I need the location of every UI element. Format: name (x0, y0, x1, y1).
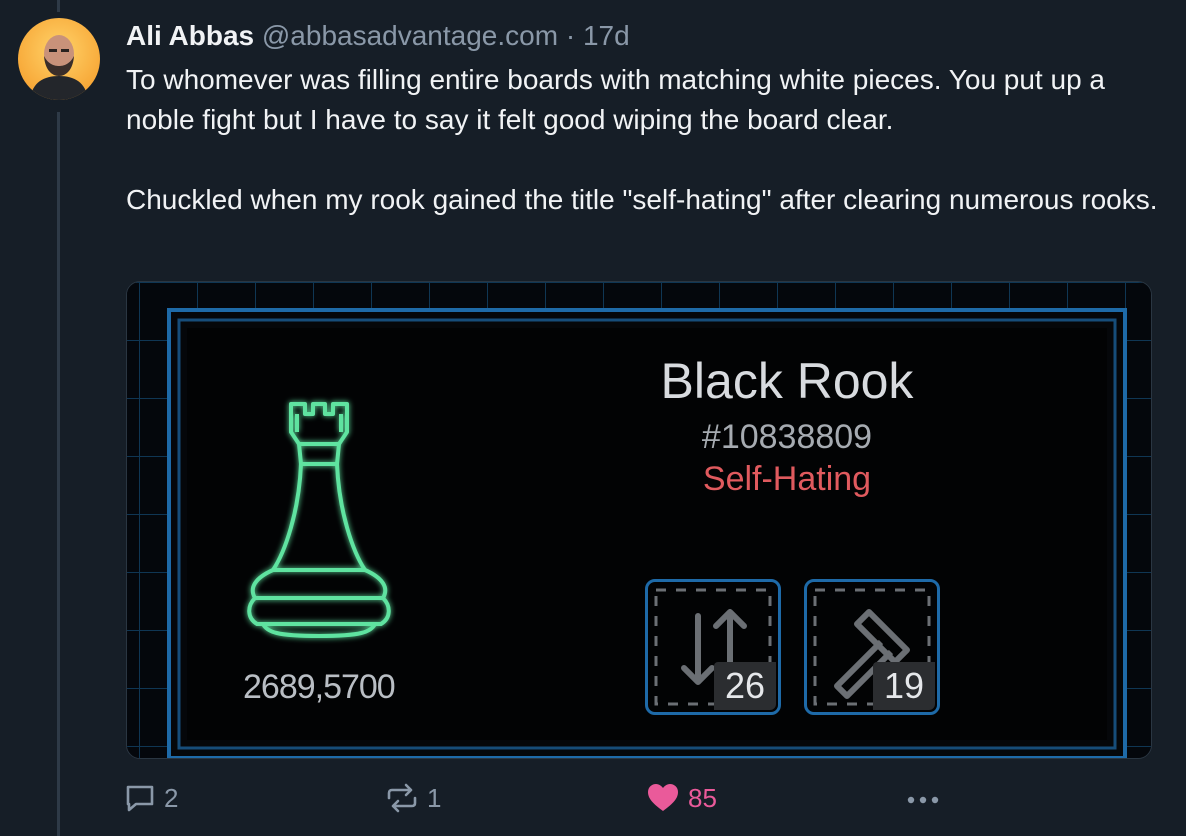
nft-info: Black Rook #10838809 Self-Hating (587, 282, 987, 512)
stat-value-captures: 19 (873, 662, 935, 710)
nft-piece-name: Black Rook (660, 353, 914, 409)
thread-line-bottom (57, 112, 60, 836)
reply-count: 2 (164, 782, 179, 813)
stat-badge-captures: 19 (804, 579, 940, 715)
reply-button[interactable]: 2 (124, 778, 178, 818)
stat-badge-moves: 26 (645, 579, 781, 715)
heart-icon (648, 784, 678, 811)
repost-icon (387, 783, 417, 813)
nft-piece-id: #10838809 (701, 418, 873, 456)
post-age[interactable]: 17d (583, 20, 630, 51)
rook-icon (247, 402, 391, 638)
avatar[interactable] (18, 18, 100, 100)
post-text: To whomever was filling entire boards wi… (126, 60, 1166, 220)
post-header: Ali Abbas @abbasadvantage.com · 17d (126, 19, 630, 53)
post-actions: 2 1 85 (0, 778, 1186, 818)
nft-piece-title: Self-Hating (702, 460, 872, 498)
embedded-image[interactable]: 2689,5700 Black Rook #10838809 Self-Hati… (126, 281, 1152, 759)
like-count: 85 (688, 782, 717, 813)
like-button[interactable]: 85 (646, 778, 717, 818)
header-separator: · (565, 20, 576, 51)
reply-bubble-icon (126, 785, 154, 812)
post-paragraph: To whomever was filling entire boards wi… (126, 64, 1105, 135)
repost-button[interactable]: 1 (385, 778, 441, 818)
author-name[interactable]: Ali Abbas (126, 20, 254, 51)
author-handle[interactable]: @abbasadvantage.com (262, 20, 558, 51)
more-options-button[interactable] (904, 778, 942, 818)
avatar-image (18, 18, 100, 100)
nft-score: 2689,5700 (243, 668, 396, 706)
repost-count: 1 (427, 782, 442, 813)
more-dots-icon (907, 796, 939, 804)
post-paragraph: Chuckled when my rook gained the title "… (126, 184, 1158, 215)
stat-value-moves: 26 (714, 662, 776, 710)
thread-line-top (57, 0, 60, 12)
